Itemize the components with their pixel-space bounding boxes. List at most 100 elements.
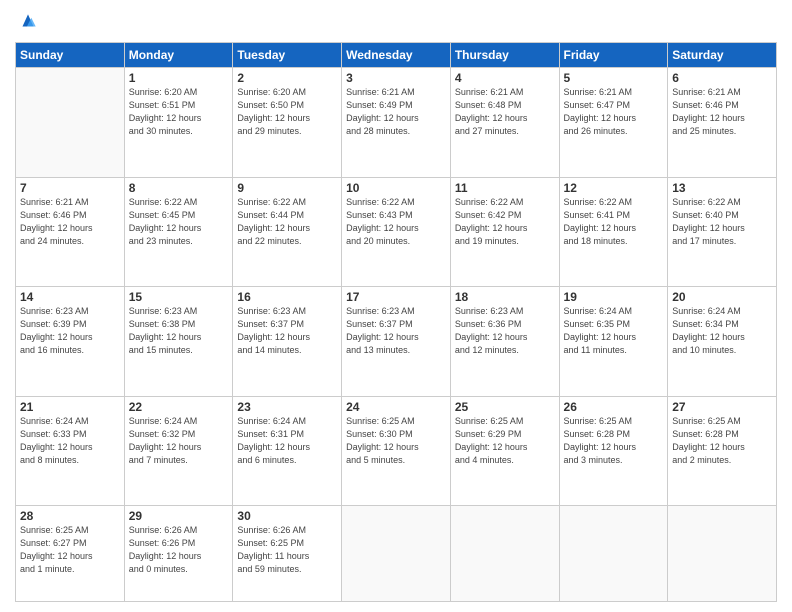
day-info: Sunrise: 6:24 AM Sunset: 6:33 PM Dayligh… [20, 415, 120, 467]
day-number: 21 [20, 400, 120, 414]
calendar-header-row: SundayMondayTuesdayWednesdayThursdayFrid… [16, 43, 777, 68]
calendar-cell: 27Sunrise: 6:25 AM Sunset: 6:28 PM Dayli… [668, 396, 777, 506]
day-number: 19 [564, 290, 664, 304]
calendar-cell: 5Sunrise: 6:21 AM Sunset: 6:47 PM Daylig… [559, 68, 668, 178]
day-number: 15 [129, 290, 229, 304]
day-number: 3 [346, 71, 446, 85]
calendar-cell: 11Sunrise: 6:22 AM Sunset: 6:42 PM Dayli… [450, 177, 559, 287]
calendar-cell: 23Sunrise: 6:24 AM Sunset: 6:31 PM Dayli… [233, 396, 342, 506]
calendar-cell: 21Sunrise: 6:24 AM Sunset: 6:33 PM Dayli… [16, 396, 125, 506]
day-number: 11 [455, 181, 555, 195]
day-info: Sunrise: 6:23 AM Sunset: 6:37 PM Dayligh… [237, 305, 337, 357]
day-info: Sunrise: 6:22 AM Sunset: 6:41 PM Dayligh… [564, 196, 664, 248]
logo [15, 10, 39, 34]
calendar-cell [668, 506, 777, 602]
calendar-week-row: 1Sunrise: 6:20 AM Sunset: 6:51 PM Daylig… [16, 68, 777, 178]
calendar-cell: 7Sunrise: 6:21 AM Sunset: 6:46 PM Daylig… [16, 177, 125, 287]
calendar-cell [450, 506, 559, 602]
day-number: 18 [455, 290, 555, 304]
col-header-saturday: Saturday [668, 43, 777, 68]
day-number: 27 [672, 400, 772, 414]
calendar-week-row: 7Sunrise: 6:21 AM Sunset: 6:46 PM Daylig… [16, 177, 777, 287]
day-info: Sunrise: 6:21 AM Sunset: 6:48 PM Dayligh… [455, 86, 555, 138]
day-info: Sunrise: 6:24 AM Sunset: 6:31 PM Dayligh… [237, 415, 337, 467]
day-number: 13 [672, 181, 772, 195]
calendar-cell [559, 506, 668, 602]
day-info: Sunrise: 6:21 AM Sunset: 6:46 PM Dayligh… [672, 86, 772, 138]
day-number: 26 [564, 400, 664, 414]
calendar-week-row: 14Sunrise: 6:23 AM Sunset: 6:39 PM Dayli… [16, 287, 777, 397]
logo-icon [17, 10, 39, 32]
calendar-cell: 12Sunrise: 6:22 AM Sunset: 6:41 PM Dayli… [559, 177, 668, 287]
calendar-cell: 26Sunrise: 6:25 AM Sunset: 6:28 PM Dayli… [559, 396, 668, 506]
day-number: 9 [237, 181, 337, 195]
calendar-cell: 13Sunrise: 6:22 AM Sunset: 6:40 PM Dayli… [668, 177, 777, 287]
day-info: Sunrise: 6:22 AM Sunset: 6:40 PM Dayligh… [672, 196, 772, 248]
calendar-cell: 3Sunrise: 6:21 AM Sunset: 6:49 PM Daylig… [342, 68, 451, 178]
calendar-cell: 10Sunrise: 6:22 AM Sunset: 6:43 PM Dayli… [342, 177, 451, 287]
col-header-thursday: Thursday [450, 43, 559, 68]
day-number: 30 [237, 509, 337, 523]
day-info: Sunrise: 6:21 AM Sunset: 6:47 PM Dayligh… [564, 86, 664, 138]
day-info: Sunrise: 6:21 AM Sunset: 6:46 PM Dayligh… [20, 196, 120, 248]
day-number: 28 [20, 509, 120, 523]
col-header-friday: Friday [559, 43, 668, 68]
day-info: Sunrise: 6:25 AM Sunset: 6:28 PM Dayligh… [672, 415, 772, 467]
calendar-cell: 19Sunrise: 6:24 AM Sunset: 6:35 PM Dayli… [559, 287, 668, 397]
day-info: Sunrise: 6:26 AM Sunset: 6:26 PM Dayligh… [129, 524, 229, 576]
calendar-cell [16, 68, 125, 178]
day-number: 12 [564, 181, 664, 195]
calendar-cell: 2Sunrise: 6:20 AM Sunset: 6:50 PM Daylig… [233, 68, 342, 178]
day-number: 2 [237, 71, 337, 85]
day-number: 17 [346, 290, 446, 304]
day-info: Sunrise: 6:22 AM Sunset: 6:44 PM Dayligh… [237, 196, 337, 248]
calendar-week-row: 21Sunrise: 6:24 AM Sunset: 6:33 PM Dayli… [16, 396, 777, 506]
calendar-cell: 25Sunrise: 6:25 AM Sunset: 6:29 PM Dayli… [450, 396, 559, 506]
day-info: Sunrise: 6:24 AM Sunset: 6:35 PM Dayligh… [564, 305, 664, 357]
calendar-cell: 14Sunrise: 6:23 AM Sunset: 6:39 PM Dayli… [16, 287, 125, 397]
day-number: 7 [20, 181, 120, 195]
col-header-wednesday: Wednesday [342, 43, 451, 68]
day-info: Sunrise: 6:22 AM Sunset: 6:43 PM Dayligh… [346, 196, 446, 248]
calendar-cell: 15Sunrise: 6:23 AM Sunset: 6:38 PM Dayli… [124, 287, 233, 397]
day-number: 10 [346, 181, 446, 195]
day-number: 4 [455, 71, 555, 85]
calendar-cell: 22Sunrise: 6:24 AM Sunset: 6:32 PM Dayli… [124, 396, 233, 506]
header [15, 10, 777, 34]
calendar-cell: 1Sunrise: 6:20 AM Sunset: 6:51 PM Daylig… [124, 68, 233, 178]
calendar-cell: 18Sunrise: 6:23 AM Sunset: 6:36 PM Dayli… [450, 287, 559, 397]
day-number: 29 [129, 509, 229, 523]
calendar-cell: 6Sunrise: 6:21 AM Sunset: 6:46 PM Daylig… [668, 68, 777, 178]
calendar-cell: 30Sunrise: 6:26 AM Sunset: 6:25 PM Dayli… [233, 506, 342, 602]
calendar-cell: 29Sunrise: 6:26 AM Sunset: 6:26 PM Dayli… [124, 506, 233, 602]
day-number: 20 [672, 290, 772, 304]
day-info: Sunrise: 6:22 AM Sunset: 6:45 PM Dayligh… [129, 196, 229, 248]
day-number: 1 [129, 71, 229, 85]
day-info: Sunrise: 6:24 AM Sunset: 6:32 PM Dayligh… [129, 415, 229, 467]
calendar-cell: 9Sunrise: 6:22 AM Sunset: 6:44 PM Daylig… [233, 177, 342, 287]
col-header-sunday: Sunday [16, 43, 125, 68]
day-number: 16 [237, 290, 337, 304]
day-number: 23 [237, 400, 337, 414]
day-info: Sunrise: 6:23 AM Sunset: 6:36 PM Dayligh… [455, 305, 555, 357]
day-number: 24 [346, 400, 446, 414]
calendar-cell: 24Sunrise: 6:25 AM Sunset: 6:30 PM Dayli… [342, 396, 451, 506]
day-info: Sunrise: 6:25 AM Sunset: 6:27 PM Dayligh… [20, 524, 120, 576]
day-info: Sunrise: 6:22 AM Sunset: 6:42 PM Dayligh… [455, 196, 555, 248]
day-number: 22 [129, 400, 229, 414]
calendar-cell: 28Sunrise: 6:25 AM Sunset: 6:27 PM Dayli… [16, 506, 125, 602]
calendar-cell: 8Sunrise: 6:22 AM Sunset: 6:45 PM Daylig… [124, 177, 233, 287]
calendar-cell [342, 506, 451, 602]
calendar-week-row: 28Sunrise: 6:25 AM Sunset: 6:27 PM Dayli… [16, 506, 777, 602]
day-number: 6 [672, 71, 772, 85]
day-info: Sunrise: 6:25 AM Sunset: 6:28 PM Dayligh… [564, 415, 664, 467]
calendar-cell: 16Sunrise: 6:23 AM Sunset: 6:37 PM Dayli… [233, 287, 342, 397]
day-info: Sunrise: 6:23 AM Sunset: 6:37 PM Dayligh… [346, 305, 446, 357]
day-number: 25 [455, 400, 555, 414]
day-info: Sunrise: 6:24 AM Sunset: 6:34 PM Dayligh… [672, 305, 772, 357]
day-number: 5 [564, 71, 664, 85]
day-info: Sunrise: 6:23 AM Sunset: 6:38 PM Dayligh… [129, 305, 229, 357]
calendar-cell: 20Sunrise: 6:24 AM Sunset: 6:34 PM Dayli… [668, 287, 777, 397]
calendar-table: SundayMondayTuesdayWednesdayThursdayFrid… [15, 42, 777, 602]
col-header-tuesday: Tuesday [233, 43, 342, 68]
